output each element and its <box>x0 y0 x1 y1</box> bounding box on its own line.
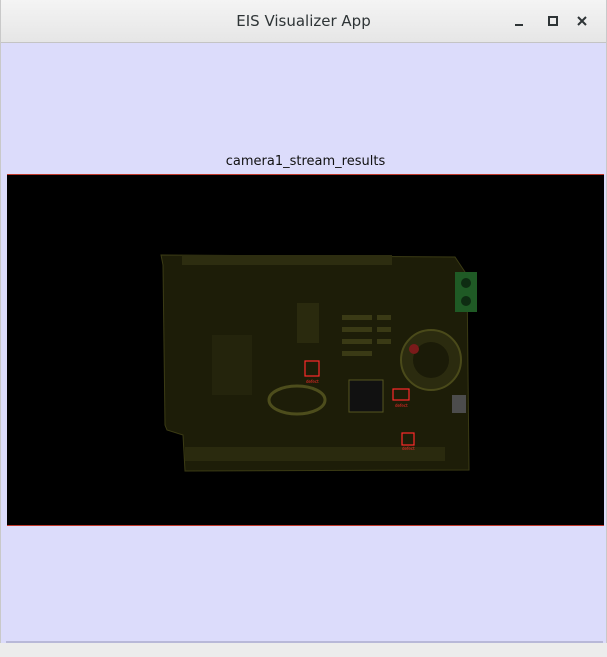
maximize-button[interactable] <box>542 10 564 32</box>
terminal-screw <box>461 296 471 306</box>
detection-label: defect <box>402 446 415 451</box>
detection-label: defect <box>395 403 408 408</box>
minimize-button[interactable] <box>508 10 530 32</box>
app-window: EIS Visualizer App camera1_stream_result… <box>0 0 607 657</box>
terminal-screw <box>461 278 471 288</box>
title-bar[interactable]: EIS Visualizer App <box>1 0 606 43</box>
camera-stream-frame: defect defect defect <box>7 174 604 526</box>
top-header-strip <box>182 255 392 265</box>
stream-title: camera1_stream_results <box>225 154 386 169</box>
maximize-icon <box>548 16 558 26</box>
camera-frame-image: defect defect defect <box>160 254 477 472</box>
detection-label: defect <box>306 379 319 384</box>
close-button[interactable] <box>571 10 593 32</box>
close-icon <box>577 16 587 26</box>
minimize-icon <box>515 24 523 26</box>
visualizer-panel: camera1_stream_results defect defect def… <box>7 43 604 643</box>
main-chip <box>348 379 384 413</box>
desktop-below-window <box>0 643 607 657</box>
red-component <box>409 344 419 354</box>
